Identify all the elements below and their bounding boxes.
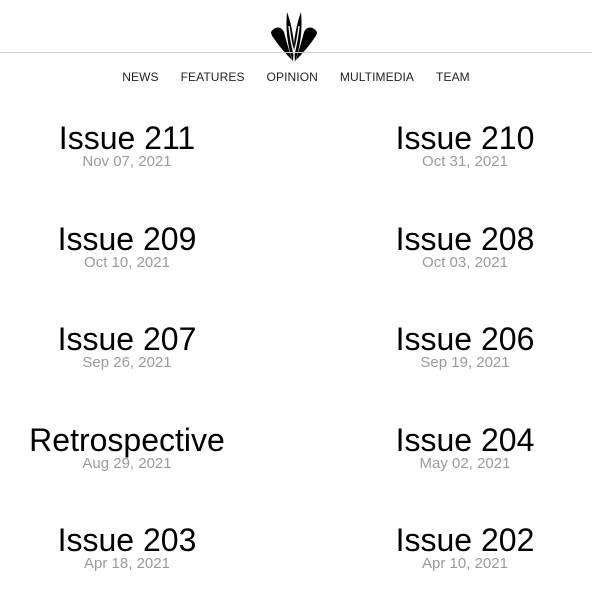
tulip-logo-icon xyxy=(271,12,317,62)
issue-card[interactable]: Issue 207 Sep 26, 2021 xyxy=(0,320,254,421)
issue-title: Issue 209 xyxy=(57,220,197,257)
nav-item-opinion[interactable]: OPINION xyxy=(267,70,318,84)
issue-card[interactable]: Issue 209 Oct 10, 2021 xyxy=(0,220,254,321)
issue-card[interactable]: Issue 210 Oct 31, 2021 xyxy=(338,119,592,220)
nav-item-news[interactable]: NEWS xyxy=(122,70,158,84)
issue-date: Nov 07, 2021 xyxy=(82,153,172,170)
issue-card[interactable]: Issue 203 Apr 18, 2021 xyxy=(0,521,254,605)
issue-title: Issue 210 xyxy=(395,120,535,156)
issue-title: Issue 203 xyxy=(57,522,197,558)
issue-card[interactable]: Issue 204 May 02, 2021 xyxy=(338,421,592,522)
issue-title: Issue 208 xyxy=(395,220,535,257)
issue-date: Oct 03, 2021 xyxy=(422,253,508,271)
issue-card[interactable]: Issue 211 Nov 07, 2021 xyxy=(0,119,254,220)
issue-title: Issue 211 xyxy=(58,120,196,156)
issue-date: Apr 10, 2021 xyxy=(422,555,508,572)
issue-card[interactable]: Issue 208 Oct 03, 2021 xyxy=(338,220,592,321)
issue-grid: Issue 211 Nov 07, 2021 Issue 210 Oct 31,… xyxy=(0,119,592,605)
issue-title: Issue 202 xyxy=(395,522,535,558)
nav-item-multimedia[interactable]: MULTIMEDIA xyxy=(340,70,414,84)
issue-title: Issue 206 xyxy=(395,321,535,357)
issue-title: Issue 204 xyxy=(395,421,535,458)
page: NEWS FEATURES OPINION MULTIMEDIA TEAM Is… xyxy=(0,0,592,605)
issue-title: Issue 207 xyxy=(57,321,197,357)
issue-card[interactable]: Issue 206 Sep 19, 2021 xyxy=(338,320,592,421)
home-logo-link[interactable] xyxy=(269,10,319,64)
issue-date: Sep 19, 2021 xyxy=(420,354,510,371)
nav-item-features[interactable]: FEATURES xyxy=(181,70,245,84)
main-nav: NEWS FEATURES OPINION MULTIMEDIA TEAM xyxy=(0,70,592,84)
header-divider xyxy=(0,52,592,53)
issue-title: Retrospective xyxy=(29,421,225,458)
issue-date: Oct 31, 2021 xyxy=(422,153,508,170)
issue-date: Apr 18, 2021 xyxy=(84,555,170,572)
issue-card[interactable]: Issue 202 Apr 10, 2021 xyxy=(338,521,592,605)
issue-date: Oct 10, 2021 xyxy=(84,253,170,271)
issue-card[interactable]: Retrospective Aug 29, 2021 xyxy=(0,421,254,522)
issue-date: May 02, 2021 xyxy=(419,454,511,472)
nav-item-team[interactable]: TEAM xyxy=(436,70,470,84)
issue-date: Sep 26, 2021 xyxy=(82,354,172,371)
